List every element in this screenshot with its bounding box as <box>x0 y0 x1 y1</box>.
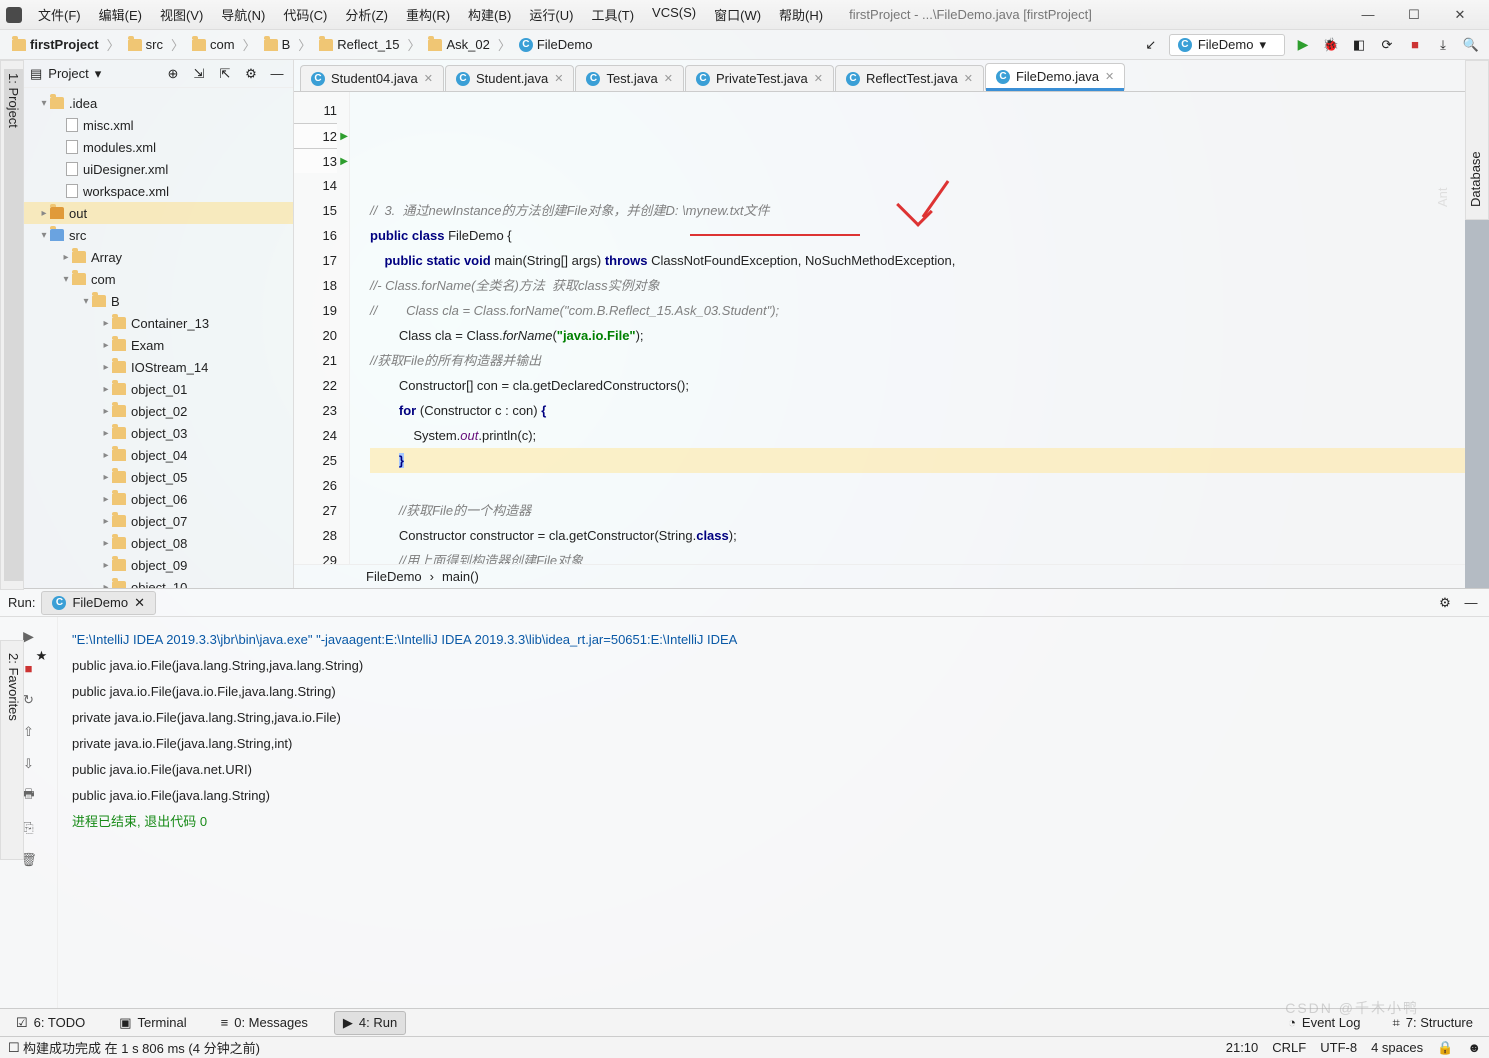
run-hide-button[interactable]: — <box>1461 593 1481 613</box>
crumb-file[interactable]: FileDemo <box>515 35 597 54</box>
hide-panel-button[interactable]: — <box>267 64 287 84</box>
breadcrumb: firstProject〉 src〉 com〉 B〉 Reflect_15〉 A… <box>8 35 596 54</box>
status-bar: ☐ 构建成功完成 在 1 s 806 ms (4 分钟之前) 21:10 CRL… <box>0 1036 1489 1058</box>
profile-button[interactable]: ⟳ <box>1377 35 1397 55</box>
close-button[interactable]: ✕ <box>1437 1 1483 29</box>
menu-refactor[interactable]: 重构(R) <box>400 3 456 26</box>
run-output[interactable]: "E:\IntelliJ IDEA 2019.3.3\jbr\bin\java.… <box>58 617 1489 1008</box>
bottom-tool-bar: ☑ 6: TODO ▣ Terminal ≡ 0: Messages ▶ 4: … <box>0 1008 1489 1036</box>
editor-breadcrumb[interactable]: FileDemo›main() <box>294 564 1465 588</box>
tool-project-tab[interactable]: 1: Project <box>4 69 23 581</box>
main-menu: 文件(F) 编辑(E) 视图(V) 导航(N) 代码(C) 分析(Z) 重构(R… <box>32 3 829 26</box>
run-tool-window: Run: FileDemo✕ ⚙ — ▶ ■ ↻ ⇧ ⇩ 🖶 ⎘ 🗑 "E:\I… <box>0 588 1489 1008</box>
tool-favorites-tab[interactable]: 2: Favorites <box>4 649 23 851</box>
project-panel: ▤ Project ▾ ⊕ ⇲ ⇱ ⚙ — ▾.idea misc.xml mo… <box>24 60 294 588</box>
project-panel-title: Project <box>48 66 88 81</box>
menu-view[interactable]: 视图(V) <box>154 3 209 26</box>
editor-tabs: Student04.java✕ Student.java✕ Test.java✕… <box>294 60 1465 92</box>
close-icon[interactable]: ✕ <box>134 595 145 611</box>
run-tab[interactable]: FileDemo✕ <box>41 591 156 615</box>
tool-database-tab[interactable]: Database <box>1466 69 1485 211</box>
status-message: 构建成功完成 在 1 s 806 ms (4 分钟之前) <box>23 1038 260 1057</box>
menu-window[interactable]: 窗口(W) <box>708 3 767 26</box>
run-button[interactable]: ▶ <box>1293 35 1313 55</box>
line-separator[interactable]: CRLF <box>1272 1040 1306 1056</box>
maximize-button[interactable]: ☐ <box>1391 1 1437 29</box>
terminal-tab[interactable]: ▣ Terminal <box>111 1012 194 1034</box>
window-title: firstProject - ...\FileDemo.java [firstP… <box>829 7 1345 22</box>
menu-edit[interactable]: 编辑(E) <box>93 3 148 26</box>
run-title: Run: <box>8 595 35 610</box>
folder-icon <box>319 39 333 51</box>
select-opened-file-button[interactable]: ⊕ <box>163 64 183 84</box>
crumb-src[interactable]: src <box>124 35 167 54</box>
tab-test[interactable]: Test.java✕ <box>575 65 684 91</box>
folder-icon <box>192 39 206 51</box>
left-tool-strip: 1: Project <box>0 60 24 590</box>
right-tool-strip: Database Ant <box>1465 60 1489 220</box>
tab-student04[interactable]: Student04.java✕ <box>300 65 444 91</box>
menu-vcs[interactable]: VCS(S) <box>646 3 702 26</box>
indent-setting[interactable]: 4 spaces <box>1371 1040 1423 1056</box>
code-editor[interactable]: 11121314151617181920212223242526272829 /… <box>294 92 1465 564</box>
inspection-icon[interactable]: ☻ <box>1467 1040 1481 1056</box>
file-encoding[interactable]: UTF-8 <box>1320 1040 1357 1056</box>
build-button[interactable]: ↙ <box>1141 35 1161 55</box>
run-config-select[interactable]: FileDemo ▾ <box>1169 34 1285 56</box>
editor-area: Student04.java✕ Student.java✕ Test.java✕… <box>294 60 1465 588</box>
class-icon <box>519 38 533 52</box>
caret-position[interactable]: 21:10 <box>1226 1040 1259 1056</box>
crumb-com[interactable]: com <box>188 35 239 54</box>
expand-all-button[interactable]: ⇲ <box>189 64 209 84</box>
update-button[interactable]: ⤓ <box>1433 35 1453 55</box>
search-everywhere-button[interactable]: 🔍 <box>1461 35 1481 55</box>
tab-student[interactable]: Student.java✕ <box>445 65 575 91</box>
folder-icon <box>264 39 278 51</box>
folder-icon <box>428 39 442 51</box>
project-tree[interactable]: ▾.idea misc.xml modules.xml uiDesigner.x… <box>24 88 293 588</box>
coverage-button[interactable]: ◧ <box>1349 35 1369 55</box>
collapse-all-button[interactable]: ⇱ <box>215 64 235 84</box>
bookmark-icon[interactable]: ★ <box>35 649 50 851</box>
app-logo-icon <box>6 7 22 23</box>
menu-analyze[interactable]: 分析(Z) <box>339 3 394 26</box>
crumb-b[interactable]: B <box>260 35 295 54</box>
menu-code[interactable]: 代码(C) <box>277 3 333 26</box>
crumb-ask02[interactable]: Ask_02 <box>424 35 493 54</box>
folder-icon <box>12 39 26 51</box>
crumb-project[interactable]: firstProject <box>8 35 103 54</box>
menu-navigate[interactable]: 导航(N) <box>215 3 271 26</box>
close-icon[interactable]: ✕ <box>424 72 433 85</box>
navigation-bar: firstProject〉 src〉 com〉 B〉 Reflect_15〉 A… <box>0 30 1489 60</box>
run-tab-bottom[interactable]: ▶ 4: Run <box>334 1011 406 1035</box>
tab-reflecttest[interactable]: ReflectTest.java✕ <box>835 65 984 91</box>
line-gutter[interactable]: 11121314151617181920212223242526272829 <box>294 92 350 564</box>
folder-icon <box>128 39 142 51</box>
todo-tab[interactable]: ☑ 6: TODO <box>8 1012 93 1034</box>
stop-button[interactable]: ■ <box>1405 35 1425 55</box>
debug-button[interactable]: 🐞 <box>1321 35 1341 55</box>
crumb-reflect15[interactable]: Reflect_15 <box>315 35 403 54</box>
run-settings-icon[interactable]: ⚙ <box>1435 593 1455 613</box>
watermark: CSDN @千木小鸭 <box>1285 998 1419 1018</box>
class-icon <box>1178 38 1192 52</box>
status-icon[interactable]: ☐ <box>8 1040 20 1056</box>
code-body[interactable]: // 3. 通过newInstance的方法创建File对象，并创建D: \my… <box>350 92 1465 564</box>
menu-file[interactable]: 文件(F) <box>32 3 87 26</box>
menu-build[interactable]: 构建(B) <box>462 3 517 26</box>
messages-tab[interactable]: ≡ 0: Messages <box>213 1012 316 1033</box>
tab-filedemo[interactable]: FileDemo.java✕ <box>985 63 1125 91</box>
settings-gear-icon[interactable]: ⚙ <box>241 64 261 84</box>
readonly-lock-icon[interactable]: 🔒 <box>1437 1040 1453 1056</box>
menu-help[interactable]: 帮助(H) <box>773 3 829 26</box>
project-panel-icon: ▤ <box>30 66 42 82</box>
left-tool-strip-2: 2: Favorites ★ <box>0 640 24 860</box>
tab-privatetest[interactable]: PrivateTest.java✕ <box>685 65 834 91</box>
menu-run[interactable]: 运行(U) <box>523 3 579 26</box>
minimize-button[interactable]: — <box>1345 1 1391 29</box>
title-bar: 文件(F) 编辑(E) 视图(V) 导航(N) 代码(C) 分析(Z) 重构(R… <box>0 0 1489 30</box>
menu-tools[interactable]: 工具(T) <box>585 3 640 26</box>
